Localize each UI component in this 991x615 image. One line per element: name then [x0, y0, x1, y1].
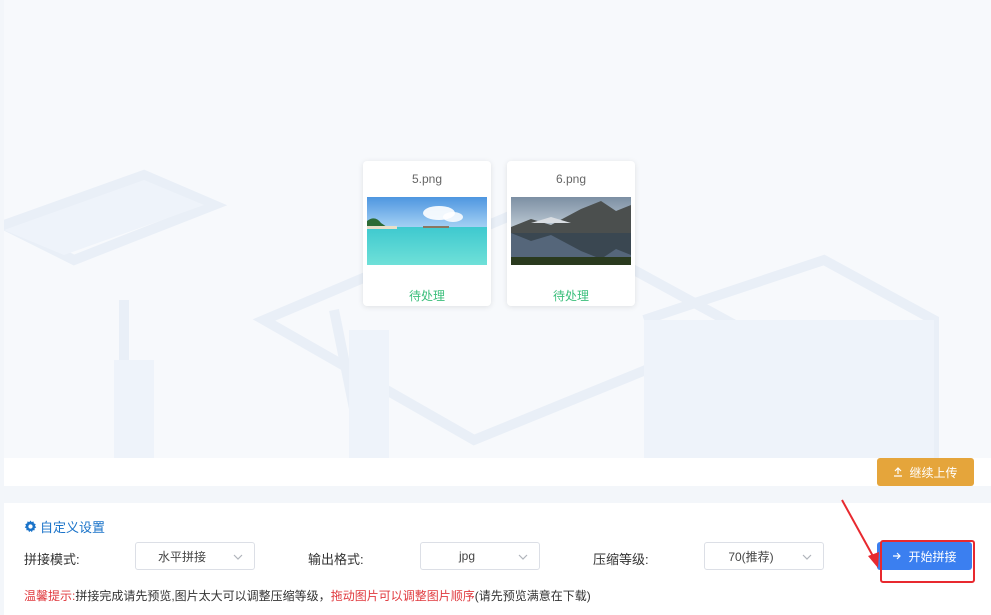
tip-part1: 拼接完成请先预览,图片太大可以调整压缩等级，: [75, 589, 331, 603]
upload-area[interactable]: 5.png 待处理 6.png 待处理: [4, 0, 991, 458]
file-name: 5.png: [411, 172, 443, 186]
image-card[interactable]: 5.png 待处理: [363, 161, 491, 306]
image-thumbnail: [367, 197, 487, 265]
status-text: 待处理: [408, 289, 445, 303]
settings-title-text: 自定义设置: [40, 520, 106, 535]
start-stitch-label: 开始拼接: [908, 549, 957, 564]
image-thumbnail: [511, 197, 631, 265]
upload-footer: [4, 458, 991, 486]
upload-icon: [894, 467, 903, 477]
compress-label: 压缩等级:: [593, 552, 649, 567]
continue-upload-label: 继续上传: [909, 465, 958, 480]
settings-title: 自定义设置: [24, 517, 105, 536]
gear-icon: [24, 520, 37, 533]
format-label: 输出格式:: [308, 552, 364, 567]
tip-text: 温馨提示:拼接完成请先预览,图片太大可以调整压缩等级，拖动图片可以调整图片顺序(…: [24, 587, 591, 604]
status-text: 待处理: [552, 289, 589, 303]
background-illustration: [4, 169, 939, 458]
file-name: 6.png: [555, 172, 587, 186]
format-select[interactable]: jpg: [420, 542, 540, 570]
compress-select-value: 70(推荐): [728, 549, 774, 564]
chevron-down-icon: [233, 554, 243, 560]
chevron-down-icon: [802, 554, 812, 560]
start-stitch-button[interactable]: 开始拼接: [877, 542, 972, 570]
tip-part3: (请先预览满意在下载): [474, 589, 591, 603]
mode-select-value: 水平拼接: [157, 549, 206, 564]
chevron-down-icon: [518, 554, 528, 560]
arrow-right-icon: [893, 552, 902, 560]
image-card[interactable]: 6.png 待处理: [507, 161, 635, 306]
compress-select[interactable]: 70(推荐): [704, 542, 824, 570]
mode-label: 拼接模式:: [24, 552, 80, 567]
tip-prefix: 温馨提示:: [24, 589, 76, 603]
settings-panel: 自定义设置 拼接模式: 水平拼接 输出格式: jpg 压缩等级: 70(推荐) …: [4, 503, 991, 615]
continue-upload-button[interactable]: 继续上传: [877, 458, 974, 486]
mode-select[interactable]: 水平拼接: [135, 542, 255, 570]
tip-part2: 拖动图片可以调整图片顺序: [330, 589, 475, 603]
format-select-value: jpg: [458, 549, 475, 563]
